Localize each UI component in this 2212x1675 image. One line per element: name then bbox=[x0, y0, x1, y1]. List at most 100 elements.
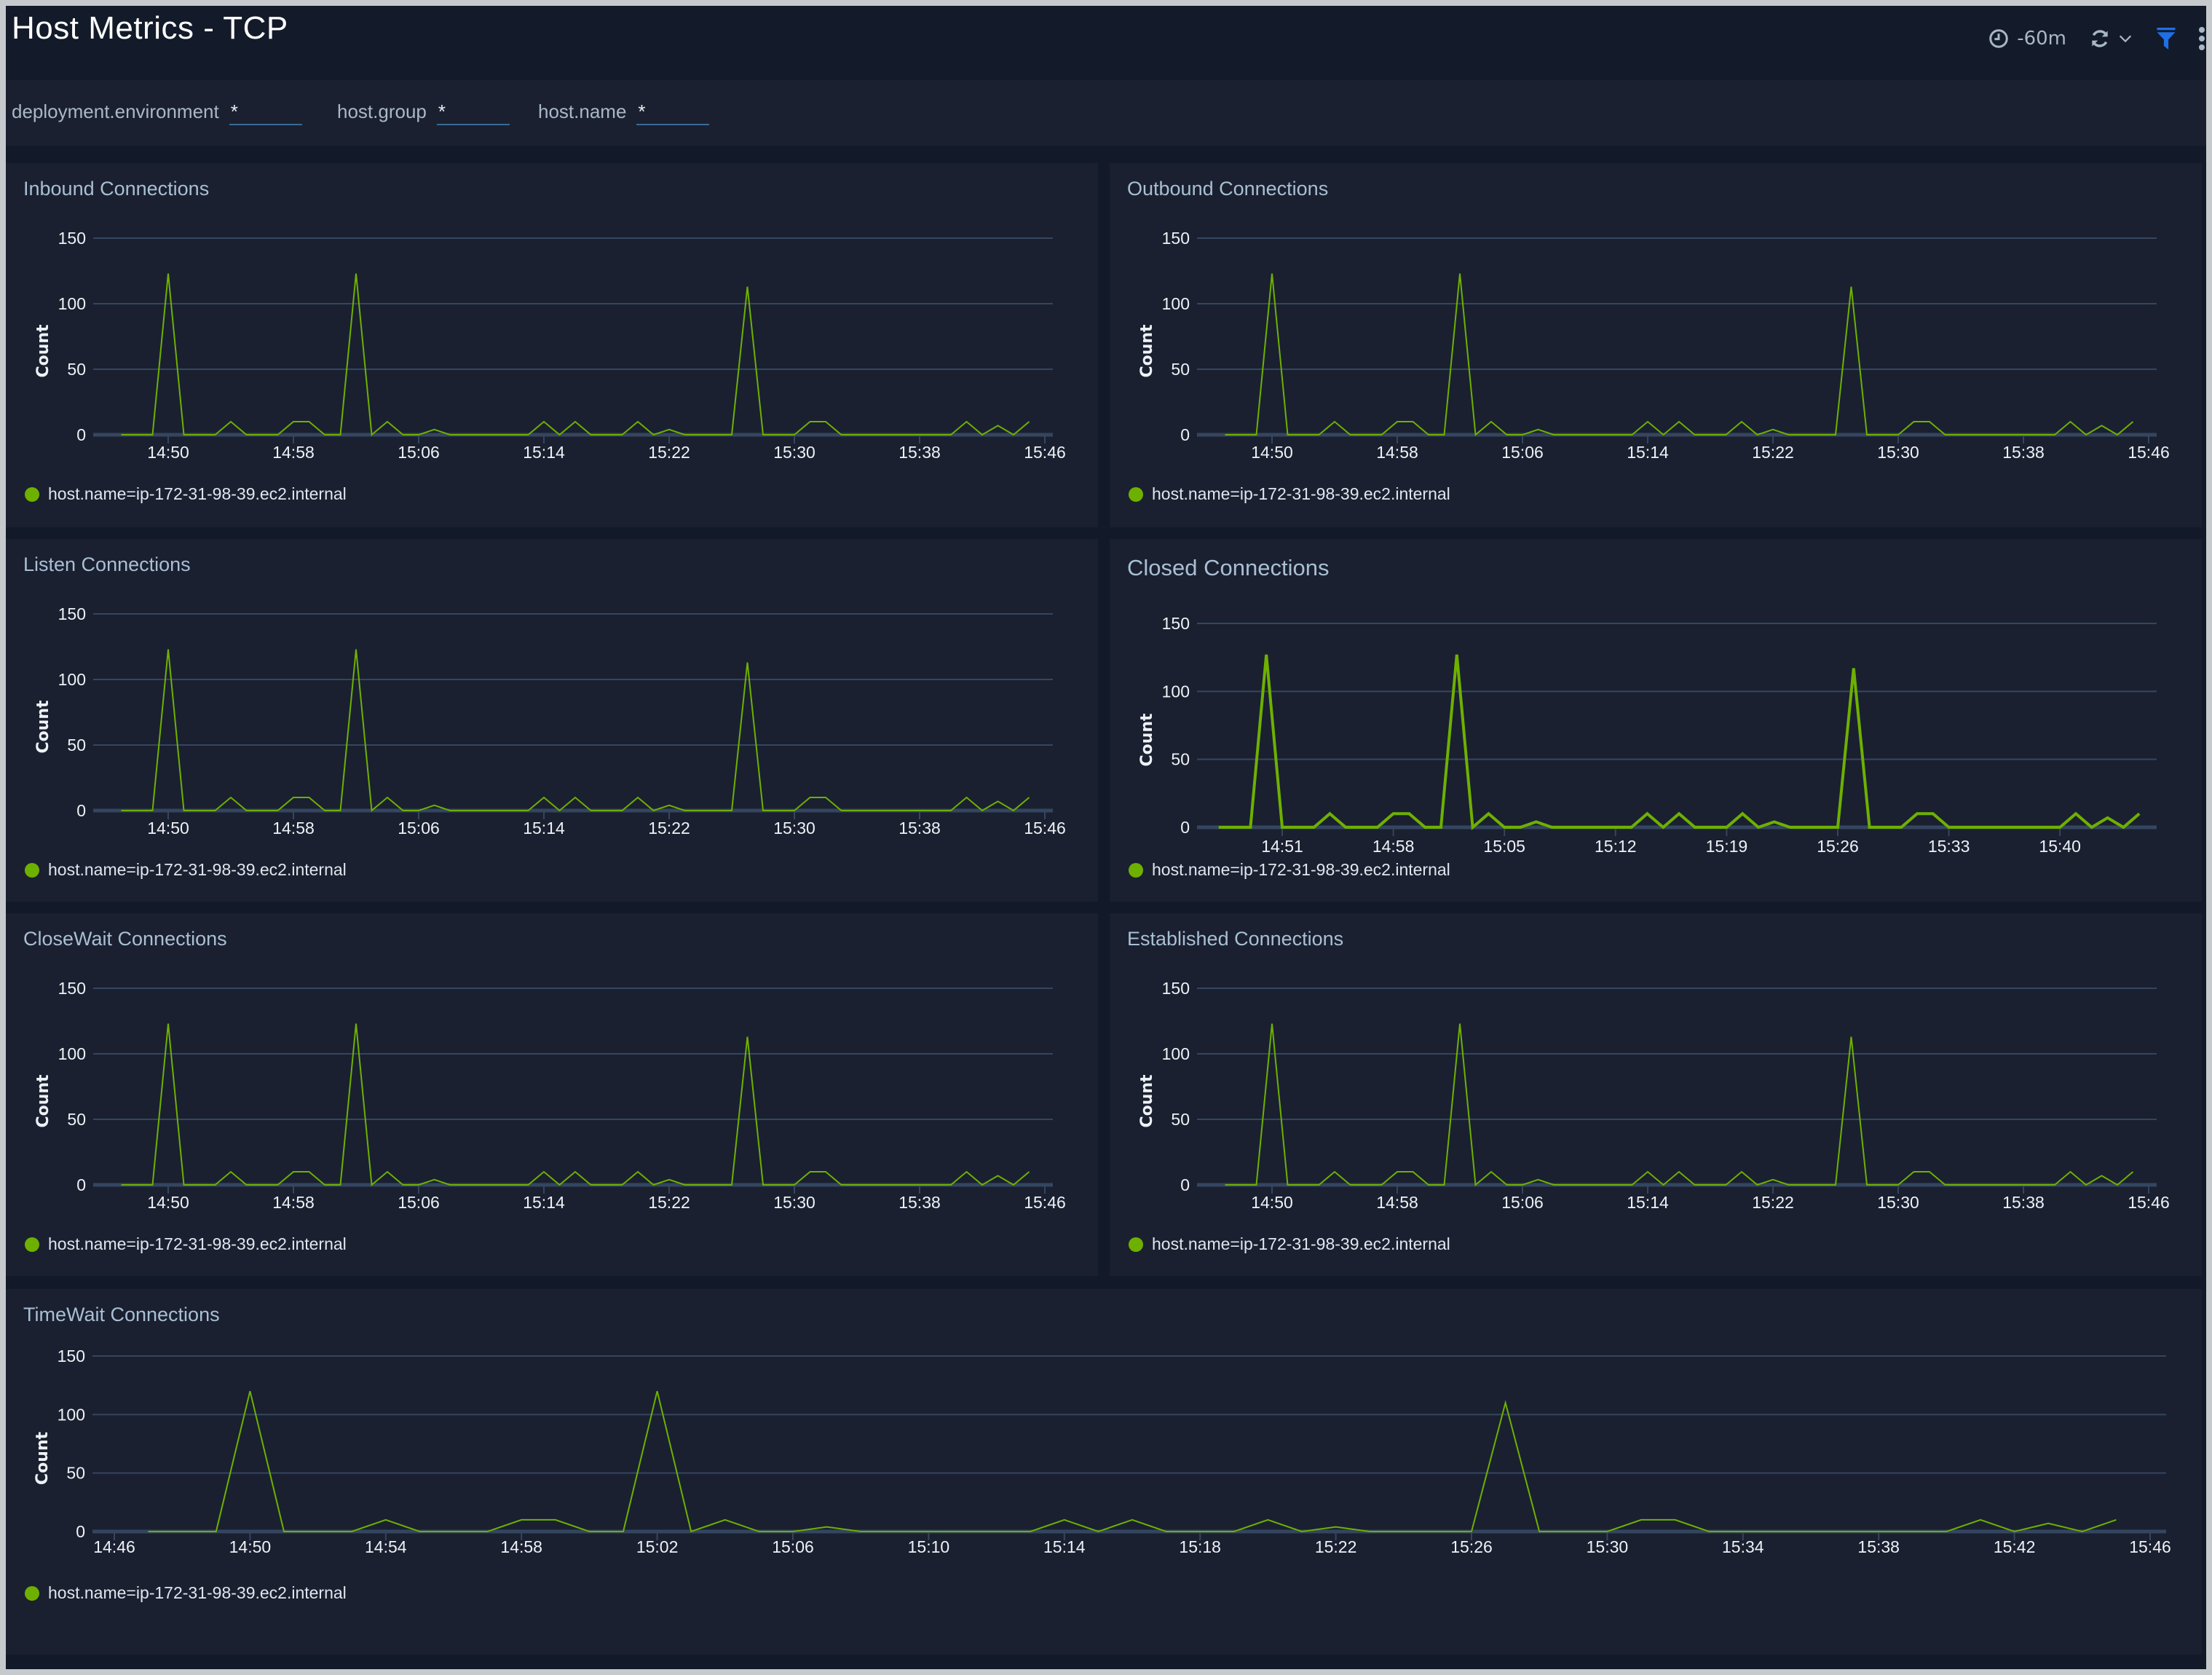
time-range-button[interactable]: -60m bbox=[1988, 28, 2066, 50]
legend-color-swatch bbox=[1129, 486, 1143, 502]
panel-inbound-connections[interactable]: Inbound Connections 0 50 100 150 Count 14:50 1… bbox=[6, 163, 1098, 527]
series-line bbox=[1225, 273, 2134, 436]
clock-icon bbox=[1989, 29, 2008, 48]
x-tick-label: 15:46 bbox=[2128, 443, 2170, 462]
more-options-button[interactable] bbox=[2197, 26, 2206, 51]
x-tick-label: 15:14 bbox=[1627, 443, 1669, 462]
deployment-environment-input[interactable]: * bbox=[229, 100, 302, 125]
x-tick-label: 15:22 bbox=[648, 443, 690, 462]
panel-listen-connections[interactable]: Listen Connections 0 50 100 150 Count 14:50 14… bbox=[6, 539, 1098, 902]
y-tick-label: 150 bbox=[1162, 229, 1190, 248]
x-tick-label: 15:10 bbox=[908, 1537, 950, 1556]
y-tick-label: 100 bbox=[58, 1405, 85, 1424]
y-tick-label: 0 bbox=[76, 801, 86, 820]
y-tick-label: 150 bbox=[58, 1347, 85, 1365]
panel-closewait-connections[interactable]: CloseWait Connections 0 50 100 150 Count 14:5… bbox=[6, 913, 1098, 1276]
x-tick-label: 15:06 bbox=[1501, 1193, 1544, 1212]
x-tick-label: 15:34 bbox=[1722, 1537, 1764, 1556]
x-tick-label: 15:14 bbox=[1627, 1193, 1669, 1212]
legend-item[interactable]: host.name=ip-172-31-98-39.ec2.internal bbox=[25, 860, 347, 880]
series-line bbox=[1225, 1023, 2134, 1186]
y-axis-label: Count bbox=[34, 700, 52, 754]
y-axis-label: Count bbox=[1138, 1074, 1156, 1128]
chart-outbound[interactable]: 0 50 100 150 Count 14:50 14:58 15:06 15:14 15:22 1… bbox=[1110, 163, 2202, 527]
more-vertical-icon bbox=[2199, 27, 2205, 50]
x-tick-label: 15:46 bbox=[1024, 443, 1066, 462]
legend-label: host.name=ip-172-31-98-39.ec2.internal bbox=[48, 1583, 347, 1602]
legend-color-swatch bbox=[25, 862, 39, 878]
x-tick-label: 14:58 bbox=[1372, 837, 1415, 856]
x-tick-label: 15:46 bbox=[1024, 1193, 1066, 1212]
x-tick-label: 15:14 bbox=[523, 819, 565, 838]
x-tick-label: 15:06 bbox=[398, 443, 440, 462]
chevron-down-icon[interactable] bbox=[2117, 31, 2133, 47]
x-tick-label: 14:50 bbox=[147, 819, 189, 838]
y-tick-label: 50 bbox=[1171, 750, 1190, 769]
x-tick-label: 15:02 bbox=[636, 1537, 679, 1556]
x-tick-label: 15:38 bbox=[898, 819, 941, 838]
y-tick-label: 50 bbox=[67, 736, 86, 754]
x-tick-label: 15:22 bbox=[1315, 1537, 1357, 1556]
legend-item[interactable]: host.name=ip-172-31-98-39.ec2.internal bbox=[1129, 860, 1450, 880]
x-tick-label: 14:50 bbox=[147, 443, 189, 462]
y-tick-label: 150 bbox=[58, 604, 86, 623]
x-tick-label: 15:22 bbox=[1752, 443, 1794, 462]
x-tick-label: 15:12 bbox=[1595, 837, 1637, 856]
x-tick-label: 15:14 bbox=[523, 1193, 565, 1212]
y-tick-label: 150 bbox=[1162, 979, 1190, 998]
y-tick-label: 0 bbox=[1180, 425, 1190, 444]
filter-bar: deployment.environment * host.group * ho… bbox=[6, 80, 2206, 146]
chart-closewait[interactable]: 0 50 100 150 Count 14:50 14:58 15:06 15:14 15:22 1… bbox=[6, 913, 1098, 1276]
legend-color-swatch bbox=[25, 486, 39, 502]
x-tick-label: 15:22 bbox=[648, 1193, 690, 1212]
legend-item[interactable]: host.name=ip-172-31-98-39.ec2.internal bbox=[25, 1234, 347, 1254]
legend-color-swatch bbox=[1129, 862, 1143, 878]
x-tick-label: 15:22 bbox=[648, 819, 690, 838]
time-range-label: -60m bbox=[2017, 28, 2066, 50]
refresh-button[interactable] bbox=[2088, 27, 2133, 50]
panel-established-connections[interactable]: Established Connections 0 50 100 150 Count 14… bbox=[1110, 913, 2202, 1276]
panel-closed-connections[interactable]: Closed Connections 0 50 100 150 Count 14:51 14… bbox=[1110, 539, 2202, 902]
x-tick-label: 14:50 bbox=[147, 1193, 189, 1212]
x-tick-label: 15:18 bbox=[1179, 1537, 1221, 1556]
legend-item[interactable]: host.name=ip-172-31-98-39.ec2.internal bbox=[25, 1583, 347, 1603]
y-tick-label: 50 bbox=[1171, 360, 1190, 379]
refresh-icon bbox=[2092, 30, 2108, 47]
legend-label: host.name=ip-172-31-98-39.ec2.internal bbox=[1152, 1234, 1450, 1253]
series-line bbox=[121, 273, 1030, 436]
y-tick-label: 150 bbox=[58, 229, 86, 248]
legend-item[interactable]: host.name=ip-172-31-98-39.ec2.internal bbox=[25, 484, 347, 504]
x-tick-label: 15:33 bbox=[1928, 837, 1970, 856]
legend-item[interactable]: host.name=ip-172-31-98-39.ec2.internal bbox=[1129, 1234, 1450, 1254]
y-tick-label: 100 bbox=[58, 670, 86, 689]
x-tick-label: 14:58 bbox=[1376, 1193, 1418, 1212]
x-tick-label: 15:22 bbox=[1752, 1193, 1794, 1212]
panel-timewait-connections[interactable]: TimeWait Connections 0 50 100 150 Count 14:46… bbox=[6, 1289, 2202, 1655]
filter-button[interactable] bbox=[2155, 26, 2177, 51]
y-tick-label: 100 bbox=[1162, 294, 1190, 313]
y-tick-label: 100 bbox=[1162, 1044, 1190, 1063]
chart-listen[interactable]: 0 50 100 150 Count 14:50 14:58 15:06 15:14 15:22 1… bbox=[6, 539, 1098, 902]
x-tick-label: 15:05 bbox=[1483, 837, 1525, 856]
x-tick-label: 15:30 bbox=[1877, 443, 1919, 462]
host-group-input[interactable]: * bbox=[436, 100, 510, 125]
chart-closed[interactable]: 0 50 100 150 Count 14:51 14:58 15:05 15:12 15:19 1… bbox=[1110, 539, 2202, 902]
x-tick-label: 15:30 bbox=[1877, 1193, 1919, 1212]
host-name-input[interactable]: * bbox=[636, 100, 710, 125]
panel-outbound-connections[interactable]: Outbound Connections 0 50 100 150 Count 14:50… bbox=[1110, 163, 2202, 527]
x-tick-label: 15:46 bbox=[2128, 1193, 2170, 1212]
legend-item[interactable]: host.name=ip-172-31-98-39.ec2.internal bbox=[1129, 484, 1450, 504]
chart-inbound[interactable]: 0 50 100 150 Count 14:50 14:58 15:06 15:14 15:22 1… bbox=[6, 163, 1098, 527]
filter-label: host.group bbox=[337, 100, 427, 122]
x-tick-label: 15:14 bbox=[523, 443, 565, 462]
y-tick-label: 0 bbox=[1180, 1175, 1190, 1194]
y-tick-label: 50 bbox=[67, 360, 86, 379]
chart-established[interactable]: 0 50 100 150 Count 14:50 14:58 15:06 15:14 15:22 1… bbox=[1110, 913, 2202, 1276]
x-tick-label: 14:46 bbox=[93, 1537, 135, 1556]
x-tick-label: 15:06 bbox=[398, 819, 440, 838]
y-tick-label: 100 bbox=[58, 294, 86, 313]
x-tick-label: 15:46 bbox=[2129, 1537, 2171, 1556]
x-tick-label: 15:40 bbox=[2039, 837, 2081, 856]
x-tick-label: 15:06 bbox=[772, 1537, 814, 1556]
legend-label: host.name=ip-172-31-98-39.ec2.internal bbox=[48, 1234, 347, 1253]
